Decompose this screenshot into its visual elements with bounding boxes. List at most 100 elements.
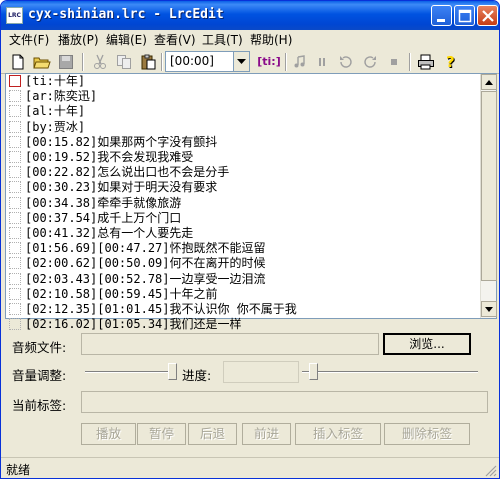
line-marker [9,120,21,133]
help-icon: ?? [446,54,456,70]
cut-button[interactable] [89,52,111,72]
maximize-icon [458,9,472,23]
browse-button[interactable]: 浏览... [383,333,471,355]
line-marker [9,318,21,331]
lyric-line[interactable]: [00:41.32]总有一个人要先走 [25,226,297,241]
line-marker [9,181,21,194]
lyrics-text[interactable]: [ti:十年] [ar:陈奕迅] [al:十年] [by:贾冰] [00:15.82]如… [25,74,297,332]
delete-tag-button[interactable]: 删除标签 [384,423,470,445]
toolbar-separator [82,53,84,71]
paste-button[interactable] [137,52,159,72]
play-button[interactable]: 播放 [81,423,136,445]
stop-icon [391,59,397,65]
toolbar-separator [285,53,287,71]
forward-button[interactable] [359,52,381,72]
lyric-line[interactable]: [al:十年] [25,104,297,119]
lyric-line[interactable]: [02:16.02][01:05.34]我们还是一样 [25,317,297,332]
line-marker [9,151,21,163]
status-bar: 就绪 [1,457,499,478]
lyric-line[interactable]: [02:00.62][00:50.09]何不在离开的时候 [25,256,297,271]
save-icon [59,55,73,69]
audio-file-field[interactable] [81,333,379,355]
lyric-line[interactable]: [ar:陈奕迅] [25,89,297,104]
insert-tag-button[interactable]: 插入标签 [295,423,381,445]
lyric-line[interactable]: [02:03.43][00:52.78]一边享受一边泪流 [25,272,297,287]
stop-button[interactable] [383,52,405,72]
volume-slider[interactable] [168,363,178,380]
arrow-down-icon [485,306,493,312]
print-button[interactable] [415,52,437,72]
menu-bar: 文件(F) 播放(P) 编辑(E) 查看(V) 工具(T) 帮助(H) [1,30,499,50]
rewind-button[interactable] [335,52,357,72]
menu-edit[interactable]: 编辑(E) [106,32,147,48]
scroll-thumb[interactable] [481,91,497,281]
chevron-down-icon[interactable] [233,52,249,71]
play-music-button[interactable] [289,52,311,72]
paste-icon [141,54,156,70]
lyric-line[interactable]: [00:15.82]如果那两个字没有颤抖 [25,135,297,150]
menu-file[interactable]: 文件(F) [9,32,49,48]
time-combo[interactable]: [00:00] [165,51,250,72]
new-file-button[interactable] [7,52,29,72]
rewind-icon [340,56,352,68]
close-icon [482,10,494,22]
resize-grip-icon[interactable] [485,465,497,477]
menu-tools[interactable]: 工具(T) [202,32,243,48]
save-button[interactable] [55,52,77,72]
printer-icon [418,54,434,70]
line-marker [9,242,21,255]
minimize-icon [437,19,445,22]
maximize-button[interactable] [454,5,475,26]
minimize-button[interactable] [431,5,452,26]
line-marker [9,166,21,179]
time-value: [00:00] [170,54,214,68]
copy-button[interactable] [113,52,135,72]
line-marker [9,90,21,103]
new-file-icon [12,54,24,70]
lyric-line[interactable]: [00:30.23]如果对于明天没有要求 [25,180,297,195]
line-marker [9,196,21,209]
lyric-line[interactable]: [00:22.82]怎么说出口也不会是分手 [25,165,297,180]
help-button[interactable]: ?? [441,52,463,72]
toolbar: [00:00] [ti:] ?? [1,50,499,74]
menu-help[interactable]: 帮助(H) [250,32,292,48]
current-tag-field[interactable] [81,391,488,413]
lyric-line[interactable]: [02:12.35][01:01.45]我不认识你 你不属于我 [25,302,297,317]
lyric-line[interactable]: [00:19.52]我不会发现我难受 [25,150,297,165]
back-button[interactable]: 后退 [188,423,237,445]
app-icon[interactable]: LRC [6,7,23,24]
progress-slider[interactable] [309,363,318,380]
line-marker [9,135,21,148]
progress-field [223,361,299,383]
lyric-line[interactable]: [02:10.58][00:59.45]十年之前 [25,287,297,302]
menu-view[interactable]: 查看(V) [154,32,196,48]
app-window: LRC cyx-shinian.lrc - LrcEdit 文件(F) 播放(P… [0,0,500,479]
title-bar[interactable]: LRC cyx-shinian.lrc - LrcEdit [1,1,499,30]
copy-icon [117,55,131,69]
lyric-line[interactable]: [01:56.69][00:47.27]怀抱既然不能逗留 [25,241,297,256]
pause-button[interactable] [311,52,333,72]
close-button[interactable] [477,5,498,26]
open-folder-icon [33,57,51,69]
lyric-line[interactable]: [ti:十年] [25,74,297,89]
line-marker [9,211,21,224]
current-tag-label: 当前标签: [12,398,67,413]
music-note-icon [294,55,305,68]
line-marker [9,303,21,315]
scroll-down-button[interactable] [481,301,497,317]
line-marker [9,287,21,300]
line-marker [9,105,21,118]
line-marker [9,75,21,87]
open-file-button[interactable] [31,52,53,72]
scroll-up-button[interactable] [481,74,497,90]
lyrics-editor[interactable]: [ti:十年] [ar:陈奕迅] [al:十年] [by:贾冰] [00:15.82]如… [5,73,497,331]
vertical-scrollbar[interactable] [480,74,497,318]
menu-play[interactable]: 播放(P) [58,32,99,48]
insert-title-tag-button[interactable]: [ti:] [257,52,281,72]
lyric-line[interactable]: [00:37.54]成千上万个门口 [25,211,297,226]
lyric-line[interactable]: [by:贾冰] [25,120,297,135]
forward-text-button[interactable]: 前进 [242,423,291,445]
pause-text-button[interactable]: 暂停 [137,423,186,445]
svg-text:?: ? [446,54,455,70]
lyric-line[interactable]: [00:34.38]牵牵手就像旅游 [25,196,297,211]
